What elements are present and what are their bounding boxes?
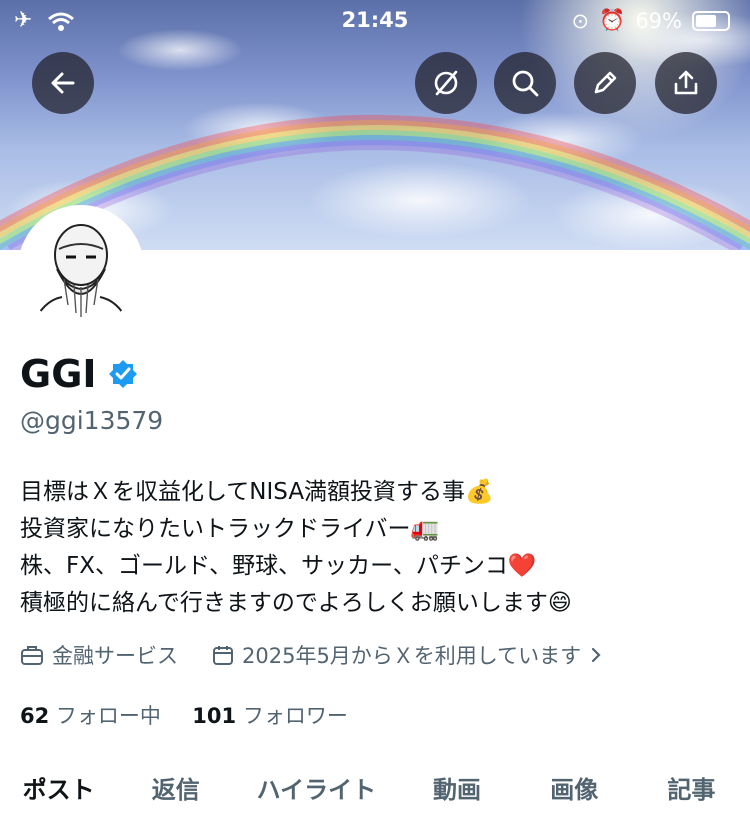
- bio-line: 目標はＸを収益化してNISA満額投資する事💰: [20, 479, 494, 505]
- bio-line: 株、FX、ゴールド、野球、サッカー、パチンコ❤️: [20, 553, 537, 579]
- back-arrow-icon: [51, 72, 75, 94]
- battery-percent: 69%: [635, 8, 682, 33]
- profile-name: GGI: [20, 352, 97, 396]
- tab-replies[interactable]: 返信: [117, 760, 234, 818]
- bio-line: 積極的に絡んで行きますのでよろしくお願いします😄: [20, 590, 572, 616]
- profile-bio: 目標はＸを収益化してNISA満額投資する事💰 投資家になりたいトラックドライバー…: [20, 474, 572, 622]
- share-button[interactable]: [655, 52, 717, 114]
- briefcase-icon: [21, 646, 43, 665]
- follow-stats: 62 フォロー中 101 フォロワー: [20, 700, 348, 730]
- calendar-icon: [213, 646, 233, 665]
- search-icon: [512, 70, 539, 97]
- status-bar: ✈ 21:45 ⊙ ⏰ 69%: [0, 0, 750, 44]
- followers-link[interactable]: 101 フォロワー: [192, 704, 348, 728]
- profile-tabs: ポスト 返信 ハイライト 動画 画像 記事: [0, 760, 750, 818]
- tab-posts[interactable]: ポスト: [0, 760, 117, 818]
- following-link[interactable]: 62 フォロー中: [20, 704, 168, 728]
- profile-category[interactable]: 金融サービス: [52, 640, 178, 670]
- profile-name-row: GGI: [20, 352, 139, 396]
- share-icon: [674, 70, 698, 95]
- verified-badge-icon[interactable]: [107, 358, 139, 390]
- profile-handle: @ggi13579: [20, 406, 164, 435]
- tab-videos[interactable]: 動画: [398, 760, 515, 818]
- back-button[interactable]: [32, 52, 94, 114]
- tab-articles[interactable]: 記事: [633, 760, 750, 818]
- avatar[interactable]: [18, 205, 144, 331]
- followers-count: 101: [192, 704, 237, 728]
- chevron-right-icon[interactable]: [589, 646, 603, 664]
- grok-icon: [434, 70, 458, 96]
- rotation-lock-icon: ⊙: [571, 8, 590, 33]
- profile-meta: 金融サービス 2025年5月からＸを利用しています: [20, 640, 603, 670]
- edit-button[interactable]: [574, 52, 636, 114]
- profile-joined[interactable]: 2025年5月からＸを利用しています: [242, 640, 581, 670]
- tab-highlights[interactable]: ハイライト: [234, 760, 398, 818]
- search-button[interactable]: [494, 52, 556, 114]
- followers-label: フォロワー: [242, 704, 348, 728]
- bio-line: 投資家になりたいトラックドライバー🚛: [20, 516, 440, 542]
- avatar-image: [22, 209, 140, 327]
- battery-icon: [692, 10, 730, 31]
- grok-button[interactable]: [415, 52, 477, 114]
- pencil-icon: [594, 71, 617, 94]
- tab-images[interactable]: 画像: [516, 760, 633, 818]
- following-label: フォロー中: [55, 704, 161, 728]
- following-count: 62: [20, 704, 50, 728]
- alarm-icon: ⏰: [599, 8, 626, 32]
